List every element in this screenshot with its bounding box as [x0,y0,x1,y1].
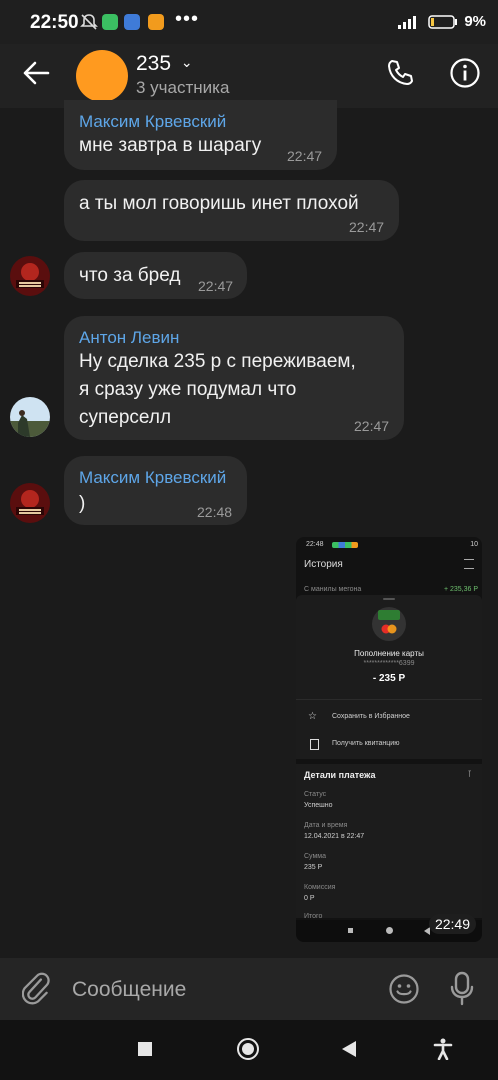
attachment-battery: 10 [470,541,478,548]
message-time: 22:47 [349,219,385,235]
message-text: а ты мол говоришь инет плохой [79,193,359,214]
battery-icon [428,14,458,29]
detail-label: Дата и время [304,822,348,829]
message-input[interactable]: Сообщение [72,978,186,1002]
image-attachment[interactable]: 22:48 10 История С манилы мегона + 235,3… [296,537,482,942]
attachment-status-icons [332,542,358,548]
mute-icon [80,13,98,31]
detail-value: 0 Р [304,895,315,902]
square-icon [348,928,353,933]
attachment-action: Получить квитанцию [332,740,400,747]
odnoklassniki-icon [148,14,164,30]
attachment-row-partial: С манилы мегона [304,586,362,593]
attachment-action: Сохранить в Избранное [332,713,410,720]
detail-value: Успешно [304,802,333,809]
detail-value: 235 Р [304,864,323,871]
receipt-icon [310,739,319,750]
message-text-line: Ну сделка 235 р с переживаем, [79,351,356,372]
paperclip-icon[interactable] [22,972,52,1006]
message-sender[interactable]: Максим Крвевский [79,112,226,132]
status-right: 9% [396,13,486,30]
message-text: мне завтра в шарагу [79,135,262,156]
detail-label: Итого [304,913,323,920]
user-avatar[interactable] [10,397,50,437]
chat-title[interactable]: 235 ⌄ [136,52,193,76]
attachment-row-amount: + 235,36 Р [443,586,478,593]
chat-avatar[interactable] [76,50,128,102]
sheet-handle [383,598,395,600]
attachment-card-mask: *************6399 [363,660,415,667]
message-time: 22:48 [197,504,233,520]
messenger-icon [102,14,118,30]
emoji-icon[interactable] [388,973,420,1005]
attachment-op-title: Пополнение карты [354,649,424,658]
chevron-down-icon: ⌄ [180,54,193,70]
signal-icon [398,15,417,29]
attachment-amount: - 235 Р [372,673,406,684]
battery-percent: 9 [464,13,473,30]
attachment-details-title: Детали платежа [304,770,376,780]
attachment-sheet [296,595,482,918]
more-notifications-icon: ••• [175,8,200,30]
message-text-line: суперселл [79,407,172,428]
detail-label: Комиссия [304,884,336,891]
back-arrow-icon[interactable] [22,60,50,86]
message-text: ) [79,493,86,514]
star-icon: ☆ [308,711,317,722]
message-sender[interactable]: Максим Крвевский [79,468,226,488]
info-icon[interactable] [449,57,481,89]
message-sender[interactable]: Антон Левин [79,328,179,348]
attachment-time: 22:49 [428,914,476,934]
attachment-history-title: История [304,559,343,570]
status-time: 22:50 [30,12,79,33]
share-icon: ⊺ [467,769,472,779]
message-time: 22:47 [354,418,390,434]
phone-icon[interactable] [385,58,415,88]
divider [296,759,482,764]
attachment-status-time: 22:48 [306,541,324,548]
chat-header [0,44,498,108]
card-logo-icon [372,607,406,641]
filter-icon [464,559,474,569]
message-time: 22:47 [198,278,234,294]
back-triangle-icon[interactable] [342,1041,356,1057]
message-time: 22:47 [287,148,323,164]
accessibility-icon[interactable] [433,1038,453,1060]
recents-square-icon[interactable] [138,1042,152,1056]
detail-value: 12.04.2021 в 22:47 [304,833,365,840]
detail-label: Сумма [304,853,326,860]
chat-title-text: 235 [136,52,172,75]
detail-label: Статус [304,791,327,798]
chat-members-count: 3 участника [136,78,230,97]
home-circle-icon[interactable] [237,1038,259,1060]
user-avatar[interactable] [10,256,50,296]
microphone-icon[interactable] [450,971,474,1007]
circle-icon [386,927,393,934]
status-bar: 22:50 ••• 9% [0,0,498,44]
divider [296,699,482,700]
message-text: что за бред [79,265,181,286]
battery-percent-sign: % [472,13,486,30]
user-avatar[interactable] [10,483,50,523]
vk-icon [124,14,140,30]
message-text-line: я сразу уже подумал что [79,379,297,400]
